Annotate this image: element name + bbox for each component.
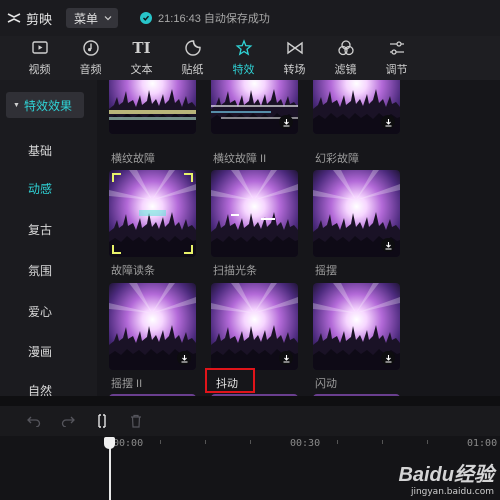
filter-icon <box>337 39 355 57</box>
download-icon[interactable] <box>381 238 395 252</box>
chevron-down-icon <box>104 16 112 21</box>
effect-label: 扫描光条 <box>213 265 257 277</box>
menu-button[interactable]: 菜单 <box>66 8 119 28</box>
sidebar-item-retro[interactable]: 复古 <box>28 221 52 238</box>
video-icon <box>31 39 49 57</box>
media-toolbar: 视频 音频 TI 文本 贴纸 特效 转场 滤镜 调节 <box>0 36 500 80</box>
capcut-logo-icon <box>7 13 21 23</box>
tab-video[interactable]: 视频 <box>14 36 65 80</box>
effect-card[interactable] <box>313 80 400 134</box>
sidebar-item-dynamic[interactable]: 动感 <box>28 180 52 197</box>
transition-icon <box>286 39 304 57</box>
effect-label: 闪动 <box>315 378 337 390</box>
tab-sticker[interactable]: 贴纸 <box>167 36 218 80</box>
sidebar-item-basic[interactable]: 基础 <box>28 142 52 159</box>
ruler-tick <box>382 440 383 444</box>
tab-label: 贴纸 <box>181 64 204 76</box>
tab-text[interactable]: TI 文本 <box>116 36 167 80</box>
effect-thumbnail <box>211 170 298 257</box>
effect-card[interactable] <box>211 170 298 257</box>
ruler-label: 00:00 <box>113 438 144 449</box>
download-icon[interactable] <box>279 115 293 129</box>
effects-icon <box>235 39 253 57</box>
panel-divider <box>0 396 500 406</box>
split-icon[interactable] <box>94 413 110 429</box>
download-icon[interactable] <box>177 351 191 365</box>
app-logo: 剪映 <box>6 9 52 28</box>
effect-label: 幻彩故障 <box>315 153 359 165</box>
effect-card[interactable] <box>211 80 298 134</box>
tab-adjust[interactable]: 调节 <box>371 36 422 80</box>
autosave-text: 21:16:43 自动保存成功 <box>158 13 270 25</box>
effects-grid: 横纹故障 横纹故障 II 幻彩故障 故障读条 扫描光条 摇摆 摇摆 II 抖动 … <box>97 80 500 396</box>
timeline-toolbar <box>0 406 500 436</box>
baidu-logo: Baidu经验 <box>398 464 494 486</box>
delete-icon[interactable] <box>128 413 144 429</box>
category-header[interactable]: ▼ 特效效果 <box>6 92 84 118</box>
effect-label: 横纹故障 <box>111 153 155 165</box>
effect-thumbnail <box>109 80 196 134</box>
effect-label: 摇摆 II <box>111 378 143 390</box>
effect-label: 横纹故障 II <box>213 153 267 165</box>
effect-card[interactable] <box>313 170 400 257</box>
effect-label: 故障读条 <box>111 265 155 277</box>
ruler-tick <box>250 440 251 444</box>
autosave-status: 21:16:43 自动保存成功 <box>140 10 270 26</box>
category-header-label: 特效效果 <box>23 98 72 113</box>
effect-card[interactable] <box>109 283 196 370</box>
app-title: 剪映 <box>26 11 53 27</box>
playhead-line[interactable] <box>109 446 111 500</box>
tab-effects[interactable]: 特效 <box>218 36 269 80</box>
sidebar-item-comic[interactable]: 漫画 <box>28 343 52 360</box>
ruler-tick <box>160 440 161 444</box>
effects-category-nav: ▼ 特效效果 基础 动感 复古 氛围 爱心 漫画 自然 <box>0 80 97 398</box>
tab-label: 特效 <box>232 64 255 76</box>
effect-card[interactable] <box>313 283 400 370</box>
ruler-tick <box>205 440 206 444</box>
adjust-icon <box>388 39 406 57</box>
tab-label: 调节 <box>385 64 408 76</box>
tab-label: 文本 <box>130 64 153 76</box>
sidebar-item-love[interactable]: 爱心 <box>28 303 52 320</box>
effect-label: 摇摆 <box>315 265 337 277</box>
tab-transition[interactable]: 转场 <box>269 36 320 80</box>
ruler-label: 00:30 <box>290 438 321 449</box>
sidebar-item-atmosphere[interactable]: 氛围 <box>28 262 52 279</box>
download-icon[interactable] <box>279 351 293 365</box>
text-icon: TI <box>132 39 151 57</box>
audio-icon <box>82 39 100 57</box>
ruler-tick <box>427 440 428 444</box>
undo-icon[interactable] <box>26 413 42 429</box>
download-icon[interactable] <box>381 351 395 365</box>
redo-icon[interactable] <box>60 413 76 429</box>
check-circle-icon <box>140 12 153 24</box>
caret-down-icon: ▼ <box>13 101 20 109</box>
effect-card-highlighted[interactable] <box>211 283 298 370</box>
menu-label: 菜单 <box>74 11 99 26</box>
tab-label: 视频 <box>28 64 51 76</box>
tab-label: 转场 <box>283 64 306 76</box>
effect-thumbnail <box>109 170 196 257</box>
download-icon[interactable] <box>381 115 395 129</box>
highlight-box <box>205 368 255 393</box>
tab-label: 滤镜 <box>334 64 357 76</box>
watermark-url: jingyan.baidu.com <box>410 487 494 497</box>
ruler-label: 01:00 <box>467 438 498 449</box>
tab-label: 音频 <box>79 64 102 76</box>
baidu-watermark: Baidu经验 jingyan.baidu.com <box>398 458 494 497</box>
title-bar: 剪映 菜单 21:16:43 自动保存成功 <box>0 0 500 36</box>
tab-audio[interactable]: 音频 <box>65 36 116 80</box>
playhead-handle[interactable] <box>104 437 115 449</box>
effect-card[interactable] <box>109 80 196 134</box>
sticker-icon <box>184 39 202 57</box>
effect-card[interactable] <box>109 170 196 257</box>
tab-filter[interactable]: 滤镜 <box>320 36 371 80</box>
ruler-tick <box>337 440 338 444</box>
